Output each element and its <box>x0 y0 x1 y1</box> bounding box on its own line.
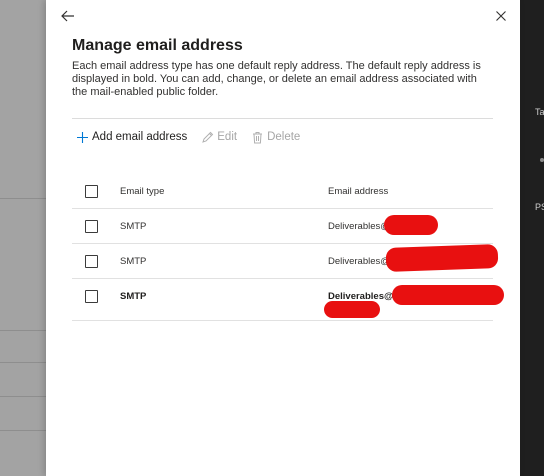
add-email-address-label: Add email address <box>92 131 188 143</box>
email-address-cell: Deliverables@ <box>328 256 390 267</box>
row-checkbox[interactable] <box>85 255 98 268</box>
row-checkbox[interactable] <box>85 290 98 303</box>
back-button[interactable] <box>58 6 78 26</box>
table-row-default[interactable]: SMTP Deliverables@ <box>72 279 504 321</box>
background-app-left <box>0 0 46 476</box>
email-address-table: Email type Email address SMTP Deliverabl… <box>72 174 504 321</box>
delete-label: Delete <box>267 131 301 143</box>
background-app-right: Ta PS <box>520 0 544 476</box>
background-divider <box>0 396 46 397</box>
manage-email-panel: Manage email address Each email address … <box>46 0 520 476</box>
table-row[interactable]: SMTP Deliverables@ <box>72 209 493 244</box>
background-divider <box>0 430 46 431</box>
row-checkbox[interactable] <box>85 220 98 233</box>
background-dot <box>540 158 544 162</box>
background-text-fragment: PS <box>535 202 544 212</box>
plus-icon <box>77 131 88 143</box>
email-type-cell: SMTP <box>120 291 147 302</box>
close-icon <box>496 11 506 21</box>
background-divider <box>0 362 46 363</box>
email-type-cell: SMTP <box>120 256 147 267</box>
pencil-icon <box>202 131 214 143</box>
edit-label: Edit <box>217 131 238 143</box>
add-email-address-button[interactable]: Add email address <box>76 131 187 144</box>
column-header-email-type[interactable]: Email type <box>120 186 164 197</box>
background-divider <box>0 330 46 331</box>
redaction-mark <box>385 244 499 272</box>
trash-icon <box>253 131 263 143</box>
command-bar: Add email address Edit Delete <box>76 128 314 146</box>
panel-description: Each email address type has one default … <box>72 60 481 98</box>
email-address-cell: Deliverables@ <box>328 221 390 232</box>
arrow-left-icon <box>61 10 74 22</box>
email-type-cell: SMTP <box>120 221 147 232</box>
edit-button[interactable]: Edit <box>201 131 237 144</box>
column-header-email-address[interactable]: Email address <box>328 186 388 197</box>
table-header-row: Email type Email address <box>72 174 493 209</box>
select-all-checkbox[interactable] <box>85 185 98 198</box>
delete-button[interactable]: Delete <box>251 131 300 144</box>
background-divider <box>0 198 46 199</box>
redaction-mark <box>392 285 504 305</box>
section-divider <box>72 118 493 119</box>
background-text-fragment: Ta <box>535 107 544 117</box>
close-button[interactable] <box>492 7 510 25</box>
redaction-mark <box>324 301 380 318</box>
redaction-mark <box>384 215 438 235</box>
panel-title: Manage email address <box>72 37 243 54</box>
table-row[interactable]: SMTP Deliverables@ <box>72 244 499 279</box>
